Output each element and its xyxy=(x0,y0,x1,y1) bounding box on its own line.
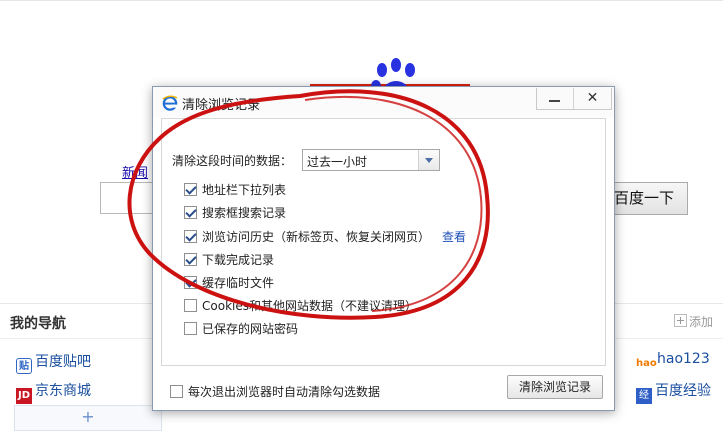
option-label: 浏览访问历史（新标签页、恢复关闭网页） xyxy=(202,230,431,244)
clear-history-dialog: 清除浏览记录 ✕ 清除这段时间的数据： 过去一小时 地址栏下拉列表 搜索框搜索记… xyxy=(152,86,615,411)
nav-site-hao123[interactable]: haohao123 xyxy=(636,351,710,372)
nav-site-tieba[interactable]: 贴百度贴吧 xyxy=(16,351,91,374)
checkbox[interactable] xyxy=(184,183,197,196)
time-range-value: 过去一小时 xyxy=(307,155,368,169)
jd-icon: JD xyxy=(16,388,32,404)
dialog-title: 清除浏览记录 xyxy=(182,98,261,113)
chevron-down-icon[interactable] xyxy=(418,150,439,170)
nav-add-site-button[interactable]: + xyxy=(14,405,162,431)
checkbox[interactable] xyxy=(184,206,197,219)
nav-title: 我的导航 xyxy=(10,316,66,332)
hao123-icon: hao xyxy=(636,358,657,369)
option-label: 下载完成记录 xyxy=(202,253,275,267)
close-button[interactable]: ✕ xyxy=(574,88,611,109)
nav-site-label: hao123 xyxy=(657,351,710,367)
view-history-link[interactable]: 查看 xyxy=(442,230,466,244)
nav-site-label: 百度经验 xyxy=(655,383,711,399)
search-input[interactable] xyxy=(100,182,158,214)
ie-e-icon xyxy=(162,95,178,111)
time-range-label: 清除这段时间的数据： xyxy=(172,154,293,168)
option-address-bar[interactable]: 地址栏下拉列表 xyxy=(184,181,286,198)
minimize-button[interactable] xyxy=(537,88,574,109)
auto-clear-option[interactable]: 每次退出浏览器时自动清除勾选数据 xyxy=(170,383,380,400)
news-link[interactable]: 新闻 xyxy=(122,162,148,181)
auto-clear-label: 每次退出浏览器时自动清除勾选数据 xyxy=(188,385,381,399)
checkbox[interactable] xyxy=(184,253,197,266)
nav-site-label: 百度贴吧 xyxy=(35,354,91,370)
option-label: 已保存的网站密码 xyxy=(202,322,299,336)
tieba-icon: 贴 xyxy=(16,358,32,374)
checkbox[interactable] xyxy=(184,322,197,335)
nav-site-jd[interactable]: JD 京东商城 xyxy=(16,380,91,404)
option-saved-passwords[interactable]: 已保存的网站密码 xyxy=(184,320,298,337)
window-controls: ✕ xyxy=(536,88,612,110)
baidu-jingyan-icon: 经 xyxy=(636,388,652,404)
checkbox[interactable] xyxy=(184,299,197,312)
option-label: 搜索框搜索记录 xyxy=(202,206,287,220)
nav-site-label: 京东商城 xyxy=(35,383,91,399)
clear-history-button[interactable]: 清除浏览记录 xyxy=(507,375,603,399)
nav-add-button[interactable]: 添加 xyxy=(674,313,713,330)
option-label: 缓存临时文件 xyxy=(202,276,275,290)
option-label: Cookies和其他网站数据（不建议清理） xyxy=(202,299,417,313)
option-downloads[interactable]: 下载完成记录 xyxy=(184,251,274,268)
nav-site-jingyan[interactable]: 经百度经验 xyxy=(636,380,711,404)
nav-add-label: 添加 xyxy=(689,315,714,329)
option-search-history[interactable]: 搜索框搜索记录 xyxy=(184,204,286,221)
option-browsing-history[interactable]: 浏览访问历史（新标签页、恢复关闭网页） 查看 xyxy=(184,228,466,245)
page-top-border xyxy=(0,0,723,1)
checkbox[interactable] xyxy=(170,385,183,398)
plus-icon xyxy=(674,314,687,327)
checkbox[interactable] xyxy=(184,276,197,289)
checkbox[interactable] xyxy=(184,230,197,243)
time-range-select[interactable]: 过去一小时 xyxy=(302,149,440,171)
option-label: 地址栏下拉列表 xyxy=(202,183,287,197)
option-cookies[interactable]: Cookies和其他网站数据（不建议清理） xyxy=(184,297,417,314)
option-cache[interactable]: 缓存临时文件 xyxy=(184,274,274,291)
dialog-titlebar[interactable]: 清除浏览记录 ✕ xyxy=(153,87,614,117)
